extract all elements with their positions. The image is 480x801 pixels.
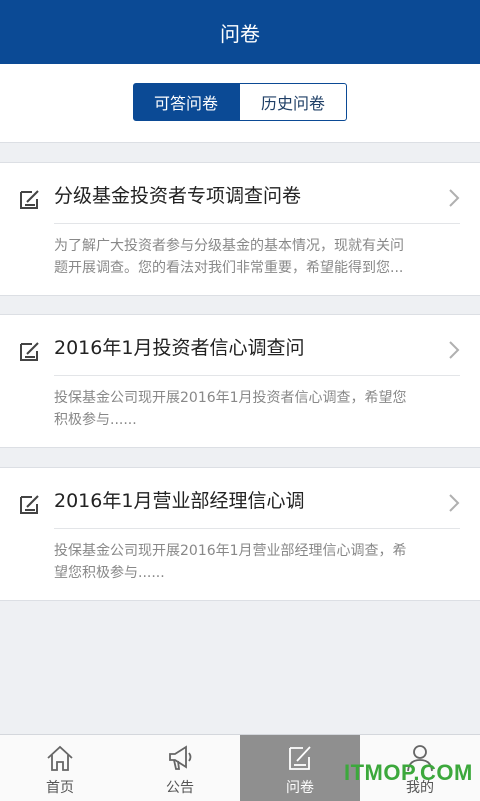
survey-description: 投保基金公司现开展2016年1月投资者信心调查，希望您 积极参与...... — [54, 390, 407, 428]
chevron-right-icon — [449, 189, 460, 207]
tab-history-surveys[interactable]: 历史问卷 — [239, 83, 347, 121]
tab-home[interactable]: 首页 — [0, 735, 120, 801]
survey-title: 2016年1月投资者信心调查问 — [54, 337, 305, 359]
chevron-right-icon — [449, 341, 460, 359]
survey-title: 分级基金投资者专项调查问卷 — [54, 185, 302, 207]
survey-segment-control: 可答问卷 历史问卷 — [0, 64, 480, 143]
survey-edit-icon — [289, 746, 311, 770]
edit-icon — [20, 342, 39, 361]
survey-card[interactable]: 分级基金投资者专项调查问卷 为了解广大投资者参与分级基金的基本情况，现就有关问 … — [0, 162, 480, 296]
megaphone-icon — [169, 745, 192, 770]
divider — [54, 375, 460, 376]
chevron-right-icon — [449, 494, 460, 512]
divider — [54, 223, 460, 224]
app-header: 问卷 — [0, 0, 480, 64]
page-title: 问卷 — [220, 21, 260, 46]
survey-card[interactable]: 2016年1月投资者信心调查问 投保基金公司现开展2016年1月投资者信心调查，… — [0, 314, 480, 448]
survey-title: 2016年1月营业部经理信心调 — [54, 490, 305, 512]
divider — [54, 528, 460, 529]
edit-icon — [20, 190, 39, 209]
survey-description: 投保基金公司现开展2016年1月营业部经理信心调查，希 望您积极参与...... — [54, 543, 407, 581]
tab-surveys[interactable]: 问卷 — [240, 735, 360, 801]
tab-available-surveys[interactable]: 可答问卷 — [133, 83, 239, 121]
watermark: ITMOP.COM — [344, 760, 473, 785]
tab-announcements[interactable]: 公告 — [120, 735, 240, 801]
survey-description: 为了解广大投资者参与分级基金的基本情况，现就有关问 题开展调查。您的看法对我们非… — [54, 238, 404, 276]
survey-card[interactable]: 2016年1月营业部经理信心调 投保基金公司现开展2016年1月营业部经理信心调… — [0, 467, 480, 601]
home-icon — [47, 745, 73, 771]
edit-icon — [20, 495, 39, 514]
